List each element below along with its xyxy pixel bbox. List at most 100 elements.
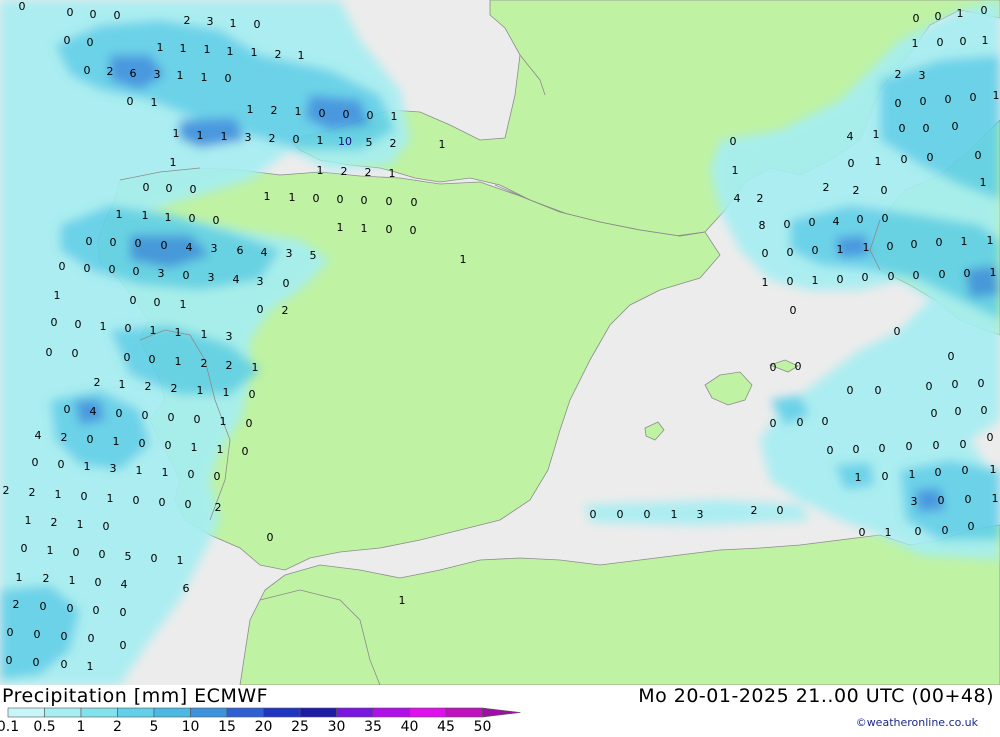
precip-value: 0	[882, 470, 889, 483]
valid-time: Mo 20-01-2025 21..00 UTC (00+48)	[638, 685, 994, 707]
precip-value: 4	[233, 273, 240, 286]
precip-value: 1	[317, 134, 324, 147]
precip-value: 0	[73, 546, 80, 559]
precip-value: 0	[962, 464, 969, 477]
precip-value: 0	[853, 443, 860, 456]
precip-value: 0	[189, 212, 196, 225]
precip-value: 0	[875, 384, 882, 397]
precip-value: 0	[72, 347, 79, 360]
precip-value: 3	[911, 495, 918, 508]
precip-value: 1	[151, 96, 158, 109]
legend-label: 0.5	[33, 719, 55, 733]
precip-value: 0	[901, 153, 908, 166]
precip-value: 0	[93, 604, 100, 617]
precip-value: 3	[207, 15, 214, 28]
precip-value: 1	[201, 328, 208, 341]
legend-label: 2	[113, 719, 122, 733]
precip-value: 1	[990, 266, 997, 279]
precip-value: 3	[697, 508, 704, 521]
legend-label: 0.1	[0, 719, 19, 733]
precip-value: 1	[337, 221, 344, 234]
precip-value: 1	[399, 594, 406, 607]
precip-value: 2	[853, 184, 860, 197]
precip-value: 0	[913, 269, 920, 282]
precip-value: 1	[77, 518, 84, 531]
precip-value: 0	[911, 238, 918, 251]
precip-value: 0	[190, 183, 197, 196]
credit-link[interactable]: ©weatheronline.co.uk	[856, 716, 978, 729]
precip-value: 0	[913, 12, 920, 25]
legend-swatch	[44, 707, 82, 718]
precip-value: 2	[282, 304, 289, 317]
precip-value: 1	[180, 298, 187, 311]
precip-value: 0	[61, 630, 68, 643]
precip-value: 0	[257, 303, 264, 316]
precip-value: 0	[899, 122, 906, 135]
precip-value: 0	[87, 36, 94, 49]
precip-value: 0	[90, 8, 97, 21]
precip-value: 1	[150, 324, 157, 337]
precip-value: 0	[188, 468, 195, 481]
precip-value: 0	[975, 149, 982, 162]
precip-value: 1	[671, 508, 678, 521]
precip-value: 3	[919, 69, 926, 82]
precip-value: 1	[251, 46, 258, 59]
precip-value: 3	[154, 68, 161, 81]
legend-label: 25	[291, 719, 309, 733]
precip-value: 2	[184, 14, 191, 27]
precip-value: 1	[69, 574, 76, 587]
precip-value: 2	[823, 181, 830, 194]
precip-value: 0	[960, 438, 967, 451]
legend-label: 50	[474, 719, 492, 733]
precip-value: 1	[142, 209, 149, 222]
precip-value: 1	[175, 355, 182, 368]
precip-value: 0	[770, 417, 777, 430]
precip-value: 0	[225, 72, 232, 85]
precip-value: 0	[948, 350, 955, 363]
precip-value: 0	[847, 384, 854, 397]
precip-value: 0	[795, 360, 802, 373]
precip-value: 0	[151, 552, 158, 565]
precip-value: 2	[43, 572, 50, 585]
precip-value: 3	[226, 330, 233, 343]
precip-value: 0	[981, 404, 988, 417]
precip-value: 0	[361, 194, 368, 207]
precip-value: 0	[879, 442, 886, 455]
precip-value: 0	[837, 273, 844, 286]
precip-value: 0	[981, 4, 988, 17]
precip-value: 0	[168, 411, 175, 424]
precip-value: 4	[847, 130, 854, 143]
precip-value: 0	[617, 508, 624, 521]
precip-value: 2	[757, 192, 764, 205]
precip-value: 1	[289, 191, 296, 204]
precip-value: 0	[120, 606, 127, 619]
precip-value: 1	[990, 463, 997, 476]
precip-value: 0	[955, 405, 962, 418]
precip-value: 0	[937, 36, 944, 49]
precip-value: 0	[337, 193, 344, 206]
precip-value: 2	[215, 501, 222, 514]
precip-value: 1	[987, 234, 994, 247]
precip-value: 1	[317, 164, 324, 177]
precip-value: 0	[926, 380, 933, 393]
precip-value: 0	[86, 235, 93, 248]
precip-value: 1	[197, 129, 204, 142]
precip-value: 1	[855, 471, 862, 484]
precip-value: 0	[133, 265, 140, 278]
precip-value: 1	[732, 164, 739, 177]
precip-value: 3	[286, 247, 293, 260]
precip-value: 0	[927, 151, 934, 164]
precip-value: 3	[257, 275, 264, 288]
precip-value: 0	[183, 269, 190, 282]
precip-value: 0	[952, 120, 959, 133]
legend-swatch	[80, 707, 118, 718]
precip-value: 1	[116, 208, 123, 221]
precip-value: 2	[94, 376, 101, 389]
precip-value: 1	[875, 155, 882, 168]
precip-value: 1	[993, 89, 1000, 102]
precip-value: 0	[133, 494, 140, 507]
precip-value: 1	[54, 289, 61, 302]
precip-value: 0	[770, 361, 777, 374]
precip-value: 0	[59, 260, 66, 273]
precip-value: 0	[61, 658, 68, 671]
